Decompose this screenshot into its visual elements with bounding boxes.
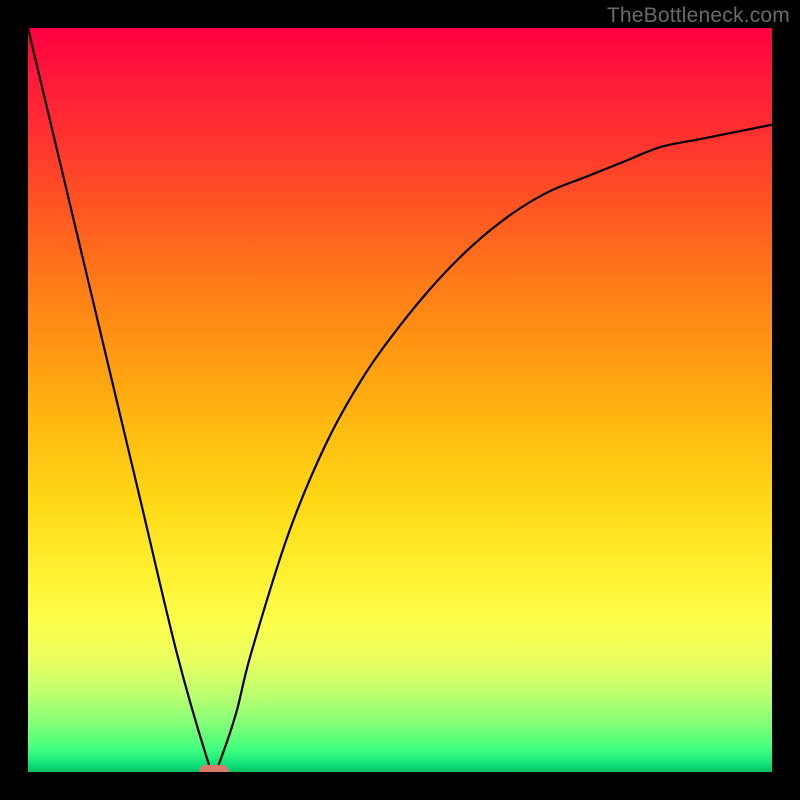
- curve-path: [28, 28, 772, 772]
- bottleneck-curve: [28, 28, 772, 772]
- watermark-text: TheBottleneck.com: [607, 4, 790, 28]
- chart-frame: TheBottleneck.com: [0, 0, 800, 800]
- plot-area: [28, 28, 772, 772]
- optimum-marker: [199, 765, 229, 772]
